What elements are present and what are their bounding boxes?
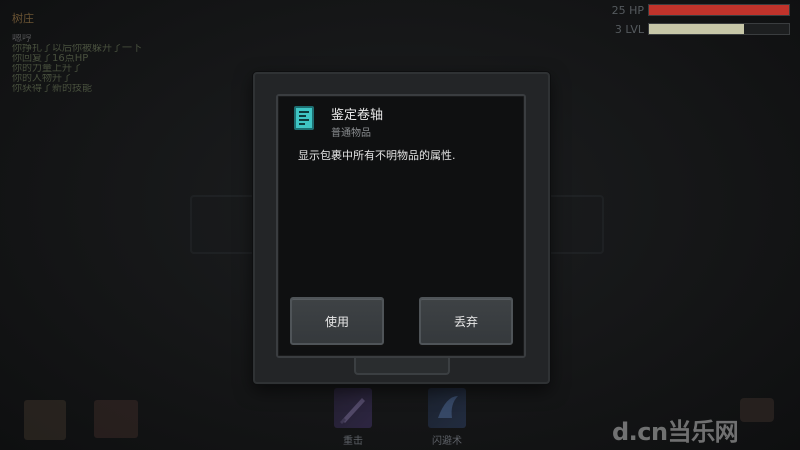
drop-button[interactable]: 丢弃 <box>419 297 513 345</box>
strike-skill-label: 重击 <box>343 436 363 447</box>
hp-bar-fill <box>649 5 789 15</box>
watermark-logo: d.cn当乐网 <box>612 418 739 446</box>
hp-stat: 25 HP <box>612 3 790 17</box>
level-label: 3 LVL <box>614 22 644 36</box>
journal-book-button[interactable] <box>94 400 138 438</box>
log-line: 你挣扎了以后你被躲开了一下 <box>12 44 142 54</box>
message-log: 嗯哼 你挣扎了以后你被躲开了一下 你回复了16点HP 你的力量上升了 你的人物升… <box>12 34 202 94</box>
xp-bar <box>648 23 790 35</box>
dodge-skill-label: 闪避术 <box>432 436 462 447</box>
hp-bar <box>648 4 790 16</box>
log-line: 你回复了16点HP <box>12 54 89 64</box>
scroll-icon <box>292 105 316 131</box>
hp-label: 25 HP <box>611 3 644 17</box>
log-line: 你的人物升了 <box>12 74 72 84</box>
modal-frame-tab <box>354 355 450 375</box>
log-line: 你获得了新的技能 <box>12 84 92 94</box>
item-rarity: 普通物品 <box>331 128 371 139</box>
level-stat: 3 LVL <box>615 22 790 36</box>
sword-icon <box>340 398 365 424</box>
location-name: 树庄 <box>12 12 34 25</box>
log-title: 嗯哼 <box>12 34 32 44</box>
xp-bar-fill <box>649 24 745 34</box>
item-description: 显示包裹中所有不明物品的属性. <box>298 149 456 162</box>
item-name: 鉴定卷轴 <box>331 108 384 123</box>
dodge-skill-icon[interactable] <box>428 388 466 428</box>
use-button[interactable]: 使用 <box>290 297 384 345</box>
game-screen: 树庄 嗯哼 你挣扎了以后你被躲开了一下 你回复了16点HP 你的力量上升了 你的… <box>0 0 800 450</box>
map-scroll-button[interactable] <box>24 400 66 440</box>
log-line: 你的力量上升了 <box>12 64 82 74</box>
strike-skill-icon[interactable] <box>334 388 372 428</box>
chest-icon[interactable] <box>740 398 774 422</box>
wing-icon <box>438 396 458 418</box>
